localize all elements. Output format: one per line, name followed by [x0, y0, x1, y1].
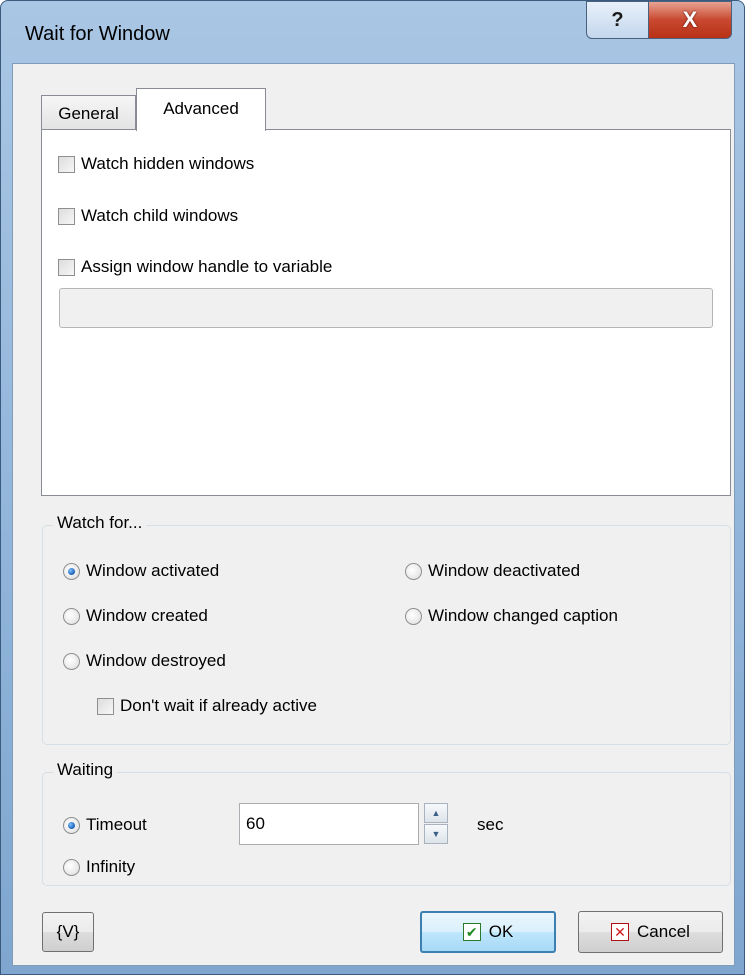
title-bar[interactable]: Wait for Window ? X [1, 1, 744, 63]
checkmark-icon: ✔ [462, 923, 481, 941]
infinity-label: Infinity [86, 857, 136, 876]
radio-infinity[interactable]: Infinity [63, 857, 135, 877]
ok-button-label: OK [488, 922, 514, 941]
variables-button-label: {V} [56, 922, 80, 941]
watch-child-label: Watch child windows [81, 206, 239, 225]
variable-name-field[interactable] [59, 288, 713, 328]
cancel-x-icon: ✕ [611, 923, 630, 941]
timeout-unit: sec [477, 815, 504, 834]
spin-down-button[interactable]: ▼ [424, 824, 448, 844]
window-activated-radio[interactable] [63, 562, 80, 580]
radio-window-created[interactable]: Window created [63, 606, 208, 626]
watch-hidden-row[interactable]: Watch hidden windows [58, 154, 254, 174]
window-created-radio[interactable] [63, 607, 80, 625]
window-destroyed-label: Window destroyed [86, 651, 226, 670]
dialog-window: Wait for Window ? X General Advanced Wat… [0, 0, 745, 975]
radio-timeout[interactable]: Timeout [63, 815, 147, 835]
dialog-client-area: General Advanced Watch hidden windows Wa… [12, 63, 735, 966]
advanced-tab-panel: Watch hidden windows Watch child windows… [41, 129, 731, 496]
spin-down-icon: ▼ [431, 829, 441, 839]
tab-advanced-label: Advanced [163, 99, 239, 118]
timeout-radio[interactable] [63, 816, 80, 834]
infinity-radio[interactable] [63, 858, 80, 876]
window-deactivated-label: Window deactivated [428, 561, 581, 580]
tab-general-label: General [58, 104, 119, 123]
window-destroyed-radio[interactable] [63, 652, 80, 670]
close-button[interactable]: X [648, 1, 732, 39]
assign-handle-label: Assign window handle to variable [81, 257, 333, 276]
radio-window-activated[interactable]: Window activated [63, 561, 219, 581]
dont-wait-label: Don't wait if already active [120, 696, 317, 715]
radio-window-destroyed[interactable]: Window destroyed [63, 651, 226, 671]
watch-for-group: Watch for... Window activated Window dea… [42, 513, 731, 745]
watch-for-legend: Watch for... [53, 513, 147, 533]
waiting-group: Waiting Timeout ▲ ▼ sec Infinity [42, 760, 731, 886]
tab-general[interactable]: General [41, 95, 136, 130]
assign-handle-row[interactable]: Assign window handle to variable [58, 257, 332, 277]
close-icon: X [682, 7, 698, 32]
cancel-button-label: Cancel [637, 922, 690, 941]
variables-button[interactable]: {V} [42, 912, 94, 952]
window-changed-caption-label: Window changed caption [428, 606, 618, 625]
window-deactivated-radio[interactable] [405, 562, 422, 580]
timeout-label: Timeout [86, 815, 147, 834]
watch-hidden-label: Watch hidden windows [81, 154, 255, 173]
timeout-input[interactable] [239, 803, 419, 845]
dont-wait-checkbox[interactable] [97, 697, 114, 715]
radio-window-deactivated[interactable]: Window deactivated [405, 561, 580, 581]
dont-wait-row[interactable]: Don't wait if already active [97, 696, 317, 716]
watch-child-row[interactable]: Watch child windows [58, 206, 238, 226]
help-button[interactable]: ? [586, 1, 649, 39]
watch-child-checkbox[interactable] [58, 207, 75, 225]
assign-handle-checkbox[interactable] [58, 258, 75, 276]
window-title: Wait for Window [25, 23, 170, 45]
spin-up-button[interactable]: ▲ [424, 803, 448, 823]
waiting-legend: Waiting [53, 760, 118, 780]
radio-window-changed-caption[interactable]: Window changed caption [405, 606, 618, 626]
spin-up-icon: ▲ [431, 808, 441, 818]
tab-advanced[interactable]: Advanced [136, 88, 266, 131]
window-changed-caption-radio[interactable] [405, 607, 422, 625]
watch-hidden-checkbox[interactable] [58, 155, 75, 173]
ok-button[interactable]: ✔ OK [420, 911, 556, 953]
help-icon: ? [611, 8, 624, 31]
window-created-label: Window created [86, 606, 208, 625]
cancel-button[interactable]: ✕ Cancel [578, 911, 723, 953]
window-activated-label: Window activated [86, 561, 220, 580]
